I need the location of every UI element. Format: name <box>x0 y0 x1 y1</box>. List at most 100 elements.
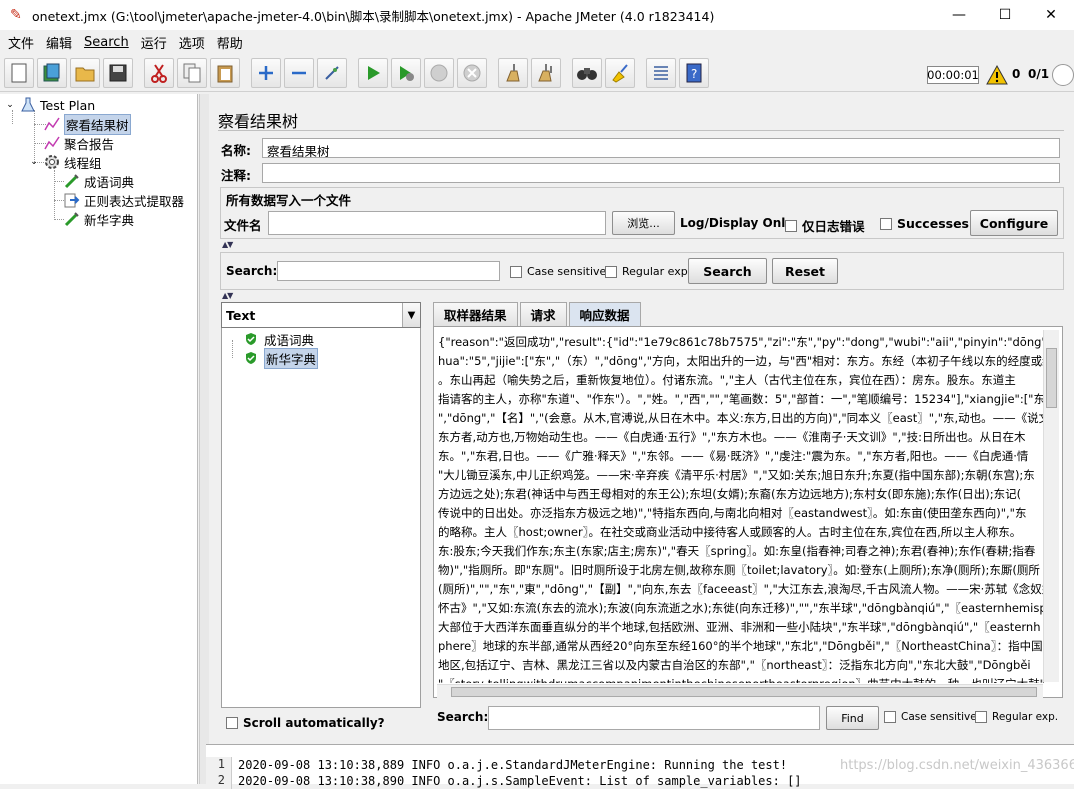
open-button[interactable] <box>70 57 100 88</box>
menu-help[interactable]: 帮助 <box>211 33 249 52</box>
response-text: {"reason":"返回成功","result":{"id":"1e79c86… <box>438 333 1044 683</box>
stop-button[interactable] <box>424 57 454 88</box>
response-line: "大儿锄豆溪东,中儿正织鸡笼。——宋·辛弃疾《清平乐·村居》","又如:关东;旭… <box>438 468 1035 482</box>
menu-run[interactable]: 运行 <box>135 33 173 52</box>
sample-item-idiom[interactable]: 成语词典 <box>244 330 314 348</box>
tree-node-xinhua-dictionary[interactable]: 新华字典 <box>64 210 134 228</box>
shutdown-button[interactable] <box>457 57 487 88</box>
new-button[interactable] <box>4 57 34 88</box>
clear-all-button[interactable] <box>531 57 561 88</box>
minus-icon <box>292 71 306 74</box>
tree-label: 成语词典 <box>84 174 135 190</box>
stop-icon <box>430 64 448 81</box>
search-button[interactable] <box>572 57 602 88</box>
maximize-button[interactable]: ☐ <box>982 0 1028 30</box>
help-button[interactable]: ? <box>679 57 709 88</box>
graph-icon <box>44 116 60 132</box>
tree-node-regex-extractor[interactable]: 正则表达式提取器 <box>64 191 184 209</box>
regex-label: Regular exp. <box>992 711 1059 723</box>
tab-sampler-result[interactable]: 取样器结果 <box>433 302 518 326</box>
clear-button[interactable] <box>498 57 528 88</box>
start-no-pauses-button[interactable] <box>391 57 421 88</box>
menu-search[interactable]: Search <box>78 35 135 50</box>
templates-button[interactable] <box>37 57 67 88</box>
toggle-button[interactable] <box>317 57 347 88</box>
tree-node-view-results-tree[interactable]: 察看结果树 <box>44 113 131 135</box>
window-title: onetext.jmx (G:\tool\jmeter\apache-jmete… <box>32 8 715 24</box>
response-line: {"reason":"返回成功","result":{"id":"1e79c86… <box>438 335 1044 349</box>
reset-search-button[interactable] <box>605 57 635 88</box>
find-button[interactable]: Find <box>826 706 879 730</box>
tree-splitter[interactable] <box>199 94 209 784</box>
search-input[interactable] <box>277 261 500 281</box>
tab-request[interactable]: 请求 <box>519 302 567 326</box>
start-button[interactable] <box>358 57 388 88</box>
successes-checkbox[interactable]: Successes <box>880 216 969 231</box>
success-shield-icon <box>246 333 256 345</box>
toggle-wand-icon <box>325 65 339 80</box>
tree-node-thread-group[interactable]: ⌄ 线程组 <box>28 153 102 171</box>
case-sensitive-label: Case sensitive <box>901 711 977 723</box>
flask-icon <box>20 97 36 113</box>
expand-button[interactable] <box>251 57 281 88</box>
menu-options[interactable]: 选项 <box>173 33 211 52</box>
collapse-button[interactable] <box>284 57 314 88</box>
collapse-arrows-icon[interactable]: ▲▼ <box>222 291 233 300</box>
search-regex-checkbox[interactable]: Regular exp. <box>605 265 691 278</box>
paste-clipboard-icon <box>217 65 233 82</box>
response-data-view[interactable]: {"reason":"返回成功","result":{"id":"1e79c86… <box>433 326 1063 698</box>
save-button[interactable] <box>103 57 133 88</box>
chevron-down-icon[interactable]: ▼ <box>402 303 420 327</box>
response-horizontal-scrollbar[interactable] <box>437 684 1043 698</box>
collapse-arrows-icon[interactable]: ▲▼ <box>222 240 233 249</box>
comment-field[interactable] <box>262 163 1060 183</box>
configure-button[interactable]: Configure <box>970 210 1058 236</box>
response-line: ","dōng","【名】","(会意。从木,官溥说,从日在木中。本义:东方,日… <box>438 411 1044 425</box>
close-button[interactable]: ✕ <box>1028 0 1074 30</box>
name-field[interactable]: 察看结果树 <box>262 138 1060 158</box>
copy-button[interactable] <box>177 57 207 88</box>
toolbar: ? <box>0 54 1074 92</box>
search-case-sensitive-checkbox[interactable]: Case sensitive <box>510 265 606 278</box>
minimize-button[interactable]: — <box>936 0 982 30</box>
warning-icon[interactable] <box>986 64 1008 86</box>
response-vertical-scrollbar[interactable] <box>1043 330 1059 682</box>
errors-only-checkbox[interactable]: 仅日志错误 <box>785 216 865 235</box>
search-submit-button[interactable]: Search <box>688 258 767 284</box>
cut-button[interactable] <box>144 57 174 88</box>
function-helper-button[interactable] <box>646 57 676 88</box>
menu-edit[interactable]: 编辑 <box>40 33 78 52</box>
clear-all-broom-icon <box>538 63 552 81</box>
response-line: (厕所)","","东","東","dōng","【副】","向东,东去〖fac… <box>438 582 1044 596</box>
menu-bar: 文件 编辑 Search 运行 选项 帮助 <box>0 30 1074 54</box>
renderer-select[interactable]: Text ▼ <box>221 302 421 328</box>
tree-node-test-plan[interactable]: ⌄ Test Plan <box>4 96 95 114</box>
remote-status-icon <box>1052 64 1074 86</box>
play-icon <box>368 65 380 80</box>
tree-node-idiom-dictionary[interactable]: 成语词典 <box>64 172 134 190</box>
tree-label: 线程组 <box>64 155 102 171</box>
response-line: phere〗地球的东半部,通常从西经20°向东至东经160°的半个地球","东北… <box>438 639 1043 653</box>
copy-icon <box>183 63 201 82</box>
browse-button[interactable]: 浏览... <box>612 211 675 235</box>
save-icon <box>109 64 127 81</box>
collapse-toggle-icon[interactable]: ⌄ <box>4 97 16 113</box>
templates-icon <box>43 63 60 81</box>
filename-field[interactable] <box>268 211 606 235</box>
filename-label: 文件名 <box>224 218 262 233</box>
find-case-sensitive-checkbox[interactable]: Case sensitive <box>884 711 977 723</box>
find-regex-checkbox[interactable]: Regular exp. <box>975 711 1058 723</box>
sample-label: 成语词典 <box>264 332 315 348</box>
tree-node-aggregate-report[interactable]: 聚合报告 <box>44 134 114 152</box>
log-line-number: 2 <box>206 773 232 789</box>
paste-button[interactable] <box>210 57 240 88</box>
tab-response-data[interactable]: 响应数据 <box>568 302 641 326</box>
reset-button[interactable]: Reset <box>772 258 838 284</box>
collapse-toggle-icon[interactable]: ⌄ <box>28 154 40 170</box>
find-input[interactable] <box>488 706 820 730</box>
scroll-auto-checkbox[interactable]: Scroll automatically? <box>226 716 385 730</box>
response-line: 传说中的日出处。亦泛指东方极远之地)","特指东西向,与南北向相对〖eastan… <box>438 506 1027 520</box>
menu-file[interactable]: 文件 <box>2 33 40 52</box>
sample-item-xinhua[interactable]: 新华字典 <box>244 347 319 369</box>
svg-text:?: ? <box>691 67 697 81</box>
